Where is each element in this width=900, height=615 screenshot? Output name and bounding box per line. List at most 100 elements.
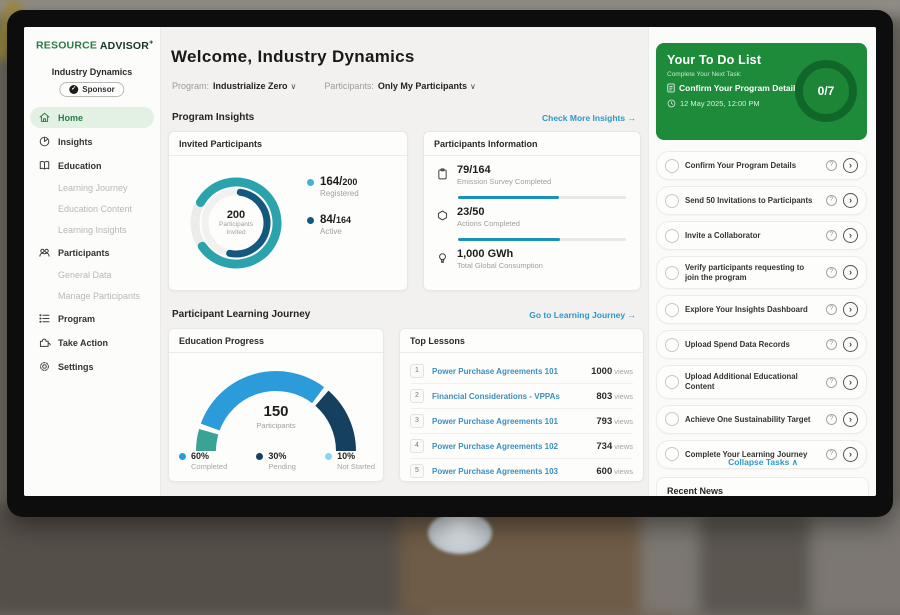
info-icon[interactable]: ? xyxy=(826,377,837,388)
lesson-link[interactable]: Financial Considerations - VPPAs xyxy=(432,392,588,401)
brand-logo[interactable]: RESOURCE ADVISOR+ xyxy=(36,39,153,52)
chevron-right-icon[interactable]: › xyxy=(843,158,858,173)
task-checkbox[interactable] xyxy=(665,159,679,173)
lesson-row: 3 Power Purchase Agreements 101 793views xyxy=(410,409,633,434)
arrow-right-icon: → xyxy=(628,310,637,320)
sidebar-item-education-content[interactable]: Education Content xyxy=(30,200,154,218)
lesson-link[interactable]: Power Purchase Agreements 103 xyxy=(432,467,588,476)
insights-icon xyxy=(38,135,51,148)
task-send-invitations[interactable]: Send 50 Invitations to Participants ? › xyxy=(656,186,867,215)
task-upload-spend-data[interactable]: Upload Spend Data Records ? › xyxy=(656,330,867,359)
todo-title: Your To Do List xyxy=(667,53,761,67)
gauge-not-started-arc xyxy=(206,432,209,451)
learning-cards-row: Education Progress 150 Participants xyxy=(168,328,644,482)
lesson-rank: 5 xyxy=(410,464,424,478)
go-to-learning-journey-link[interactable]: Go to Learning Journey → xyxy=(529,310,636,320)
task-checkbox[interactable] xyxy=(665,266,679,280)
chevron-right-icon[interactable]: › xyxy=(843,337,858,352)
task-explore-insights[interactable]: Explore Your Insights Dashboard ? › xyxy=(656,295,867,324)
info-icon[interactable]: ? xyxy=(826,230,837,241)
sidebar-item-general-data[interactable]: General Data xyxy=(30,266,154,284)
background-desk-left xyxy=(0,505,428,615)
task-confirm-program-details[interactable]: Confirm Your Program Details ? › xyxy=(656,151,867,180)
sidebar-item-home[interactable]: Home xyxy=(30,107,154,128)
info-icon[interactable]: ? xyxy=(826,339,837,350)
sidebar-item-learning-journey[interactable]: Learning Journey xyxy=(30,179,154,197)
survey-clipboard-icon xyxy=(436,164,449,181)
lesson-row: 4 Power Purchase Agreements 102 734views xyxy=(410,434,633,459)
registered-dot-icon xyxy=(307,179,314,186)
task-checkbox[interactable] xyxy=(665,338,679,352)
legend-not-started: 10%Not Started xyxy=(325,451,375,471)
task-verify-participants[interactable]: Verify participants requesting to join t… xyxy=(656,256,867,289)
sidebar-menu: Home Insights Education Learning Journey… xyxy=(30,107,154,377)
sidebar-item-settings[interactable]: Settings xyxy=(30,356,154,377)
info-icon[interactable]: ? xyxy=(826,414,837,425)
info-icon[interactable]: ? xyxy=(826,160,837,171)
task-upload-educational-content[interactable]: Upload Additional Educational Content ? … xyxy=(656,365,867,398)
active-dot-icon xyxy=(307,217,314,224)
chevron-down-icon: ∨ xyxy=(470,82,476,91)
info-icon[interactable]: ? xyxy=(826,195,837,206)
emission-progress-bar xyxy=(458,196,626,199)
collapse-tasks-link[interactable]: Collapse Tasks ∧ xyxy=(649,457,876,468)
card-title: Top Lessons xyxy=(400,329,643,353)
pending-dot-icon xyxy=(256,453,263,460)
lesson-link[interactable]: Power Purchase Agreements 101 xyxy=(432,367,583,376)
task-checkbox[interactable] xyxy=(665,303,679,317)
education-gauge-chart: 150 Participants xyxy=(181,359,371,459)
task-invite-collaborator[interactable]: Invite a Collaborator ? › xyxy=(656,221,867,250)
lessons-list: 1 Power Purchase Agreements 101 1000view… xyxy=(410,359,633,483)
lesson-rank: 2 xyxy=(410,389,424,403)
learning-journey-header: Participant Learning Journey Go to Learn… xyxy=(172,309,636,320)
info-icon[interactable]: ? xyxy=(826,304,837,315)
chevron-up-icon: ∧ xyxy=(792,457,798,467)
arrow-right-icon: → xyxy=(628,113,637,123)
todo-summary-card: Your To Do List Complete Your Next Task:… xyxy=(656,43,867,140)
sponsor-badge: ✓ Sponsor xyxy=(59,82,124,97)
stat-total-consumption: 1,000 GWh Total Global Consumption xyxy=(436,248,628,270)
task-checkbox[interactable] xyxy=(665,412,679,426)
recent-news-title: Recent News xyxy=(657,478,868,496)
sidebar-item-manage-participants[interactable]: Manage Participants xyxy=(30,287,154,305)
info-icon[interactable]: ? xyxy=(826,267,837,278)
sponsor-badge-label: Sponsor xyxy=(82,85,114,94)
card-title: Education Progress xyxy=(169,329,383,353)
todo-subtitle: Complete Your Next Task: xyxy=(667,71,742,78)
chevron-right-icon[interactable]: › xyxy=(843,375,858,390)
legend-completed: 60%Completed xyxy=(179,451,227,471)
sidebar-item-participants[interactable]: Participants xyxy=(30,242,154,263)
sidebar-item-take-action[interactable]: Take Action xyxy=(30,332,154,353)
chevron-right-icon[interactable]: › xyxy=(843,412,858,427)
recent-news-card: Recent News xyxy=(656,477,869,496)
sidebar-item-learning-insights[interactable]: Learning Insights xyxy=(30,221,154,239)
monitor-stand xyxy=(428,512,492,554)
task-checkbox[interactable] xyxy=(665,375,679,389)
section-title: Participant Learning Journey xyxy=(172,309,310,320)
lesson-row: 1 Power Purchase Agreements 101 1000view… xyxy=(410,359,633,384)
check-more-insights-link[interactable]: Check More Insights → xyxy=(542,113,636,123)
top-lessons-card: Top Lessons 1 Power Purchase Agreements … xyxy=(399,328,644,482)
lesson-link[interactable]: Power Purchase Agreements 101 xyxy=(432,417,588,426)
program-filter[interactable]: Program:Industrialize Zero∨ xyxy=(172,81,296,91)
actions-progress-bar xyxy=(458,238,626,241)
chevron-right-icon[interactable]: › xyxy=(843,228,858,243)
lesson-rank: 1 xyxy=(410,364,424,378)
completed-dot-icon xyxy=(179,453,186,460)
sidebar-item-insights[interactable]: Insights xyxy=(30,131,154,152)
section-title: Program Insights xyxy=(172,112,254,123)
sidebar-item-program[interactable]: Program xyxy=(30,308,154,329)
sponsor-icon: ✓ xyxy=(69,85,78,94)
education-progress-card: Education Progress 150 Participants xyxy=(168,328,384,482)
todo-due-date: 12 May 2025, 12:00 PM xyxy=(667,99,760,108)
participants-filter[interactable]: Participants:Only My Participants∨ xyxy=(324,81,475,91)
lesson-row: 5 Power Purchase Agreements 103 600views xyxy=(410,459,633,483)
task-checkbox[interactable] xyxy=(665,194,679,208)
task-achieve-sustainability-target[interactable]: Achieve One Sustainability Target ? › xyxy=(656,405,867,434)
task-checkbox[interactable] xyxy=(665,229,679,243)
chevron-right-icon[interactable]: › xyxy=(843,193,858,208)
sidebar-item-education[interactable]: Education xyxy=(30,155,154,176)
chevron-right-icon[interactable]: › xyxy=(843,302,858,317)
chevron-right-icon[interactable]: › xyxy=(843,265,858,280)
lesson-link[interactable]: Power Purchase Agreements 102 xyxy=(432,442,588,451)
